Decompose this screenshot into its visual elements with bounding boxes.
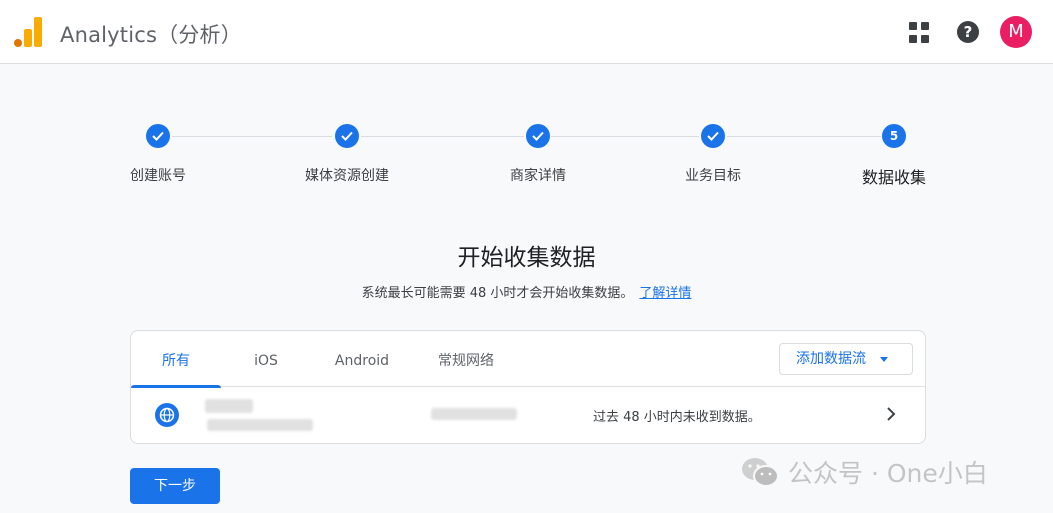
step-label: 数据收集 <box>861 168 926 187</box>
step-data-collection: 5 数据收集 <box>824 120 964 188</box>
tab-all[interactable]: 所有 <box>131 331 221 388</box>
step-business-details: 商家详情 <box>468 120 608 185</box>
analytics-logo-icon[interactable] <box>14 17 42 47</box>
top-app-bar: Analytics（分析） ? M <box>0 0 1053 64</box>
page-subtext: 系统最长可能需要 48 小时才会开始收集数据。 了解详情 <box>0 282 1053 301</box>
stream-row[interactable]: 过去 48 小时内未收到数据。 <box>131 387 925 444</box>
step-property-creation: 媒体资源创建 <box>277 120 417 185</box>
check-icon <box>146 124 170 148</box>
app-title: Analytics（分析） <box>60 23 242 47</box>
step-label: 业务目标 <box>685 168 741 184</box>
redacted-stream-id <box>431 408 517 420</box>
subtext-body: 系统最长可能需要 48 小时才会开始收集数据。 <box>361 286 634 301</box>
add-stream-button[interactable]: 添加数据流 <box>779 343 913 375</box>
step-business-objectives: 业务目标 <box>643 120 783 185</box>
wechat-icon <box>740 456 780 488</box>
tab-web[interactable]: 常规网络 <box>421 331 511 387</box>
chevron-right-icon[interactable] <box>883 406 899 422</box>
learn-more-link[interactable]: 了解详情 <box>639 286 691 301</box>
stream-status: 过去 48 小时内未收到数据。 <box>593 410 761 425</box>
page-heading: 开始收集数据 <box>457 245 596 271</box>
watermark: 公众号 · One小白 <box>740 452 988 492</box>
data-streams-card: 所有 iOS Android 常规网络 添加数据流 过去 48 小时内未收到数据… <box>130 330 926 444</box>
tab-android[interactable]: Android <box>319 331 405 387</box>
check-icon <box>526 124 550 148</box>
watermark-text: 公众号 · One小白 <box>788 459 988 488</box>
apps-grid-icon[interactable] <box>909 22 931 44</box>
step-label: 创建账号 <box>130 168 186 184</box>
redacted-stream-url <box>207 419 313 431</box>
account-avatar[interactable]: M <box>1000 16 1032 48</box>
stream-tabs: 所有 iOS Android 常规网络 添加数据流 <box>131 331 925 388</box>
globe-icon <box>155 403 179 427</box>
step-create-account: 创建账号 <box>88 120 228 185</box>
step-label: 商家详情 <box>510 168 566 184</box>
tab-ios[interactable]: iOS <box>221 331 311 387</box>
setup-stepper: 创建账号 媒体资源创建 商家详情 业务目标 5 数据收集 <box>0 120 1053 190</box>
add-stream-label: 添加数据流 <box>796 351 866 367</box>
step-number: 5 <box>882 124 906 148</box>
step-label: 媒体资源创建 <box>305 168 389 184</box>
check-icon <box>701 124 725 148</box>
help-icon[interactable]: ? <box>957 21 979 43</box>
dropdown-caret-icon <box>880 357 888 362</box>
next-button[interactable]: 下一步 <box>130 468 220 504</box>
check-icon <box>335 124 359 148</box>
redacted-stream-name <box>205 399 253 413</box>
